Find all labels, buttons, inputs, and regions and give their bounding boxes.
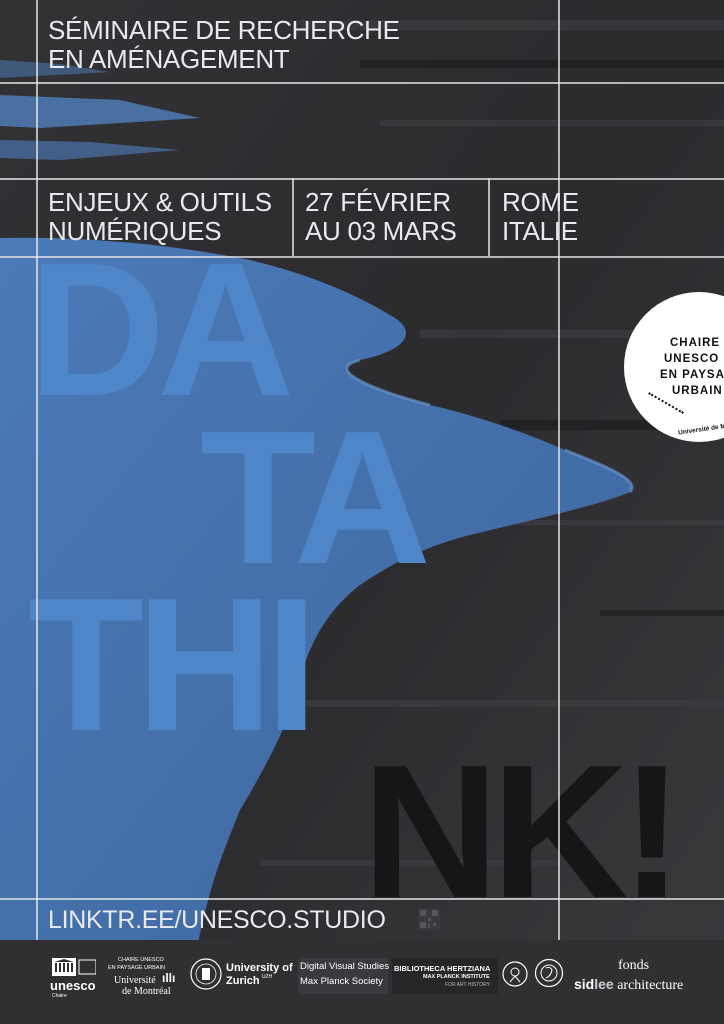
title-da: DA xyxy=(28,224,294,436)
grid-line-v4 xyxy=(488,178,490,256)
title-thi: THI xyxy=(28,559,318,771)
date-line-2: AU 03 MARS xyxy=(305,216,457,246)
max-planck-emblem-icon xyxy=(502,961,528,987)
qr-code-icon xyxy=(418,908,440,930)
stamp-line-2: UNESCO xyxy=(664,353,720,365)
title-ta: TA xyxy=(200,392,431,604)
dvs-line-2: Max Planck Society xyxy=(300,976,383,987)
header-line-2: EN AMÉNAGEMENT xyxy=(48,44,290,74)
stamp-line-4: URBAIN xyxy=(672,385,723,397)
chaire-line-2: EN PAYSAGE URBAIN xyxy=(108,965,165,971)
grid-line-v3 xyxy=(292,178,294,256)
stamp-line-3: EN PAYSAGE xyxy=(660,369,724,381)
unesco-logo: unesco xyxy=(50,978,96,993)
place-line-1: ROME xyxy=(502,187,579,217)
grid-line-h1 xyxy=(0,82,724,84)
place-line-2: ITALIE xyxy=(502,216,578,246)
unesco-chaire: Chaire xyxy=(52,993,67,999)
topic-line-2: NUMÉRIQUES xyxy=(48,216,222,246)
zurich-seal-icon xyxy=(190,958,222,990)
stamp-ring-bottom: Université de Mo xyxy=(677,422,724,437)
fonds-sid: sid xyxy=(574,976,595,992)
fonds-line-1: fonds xyxy=(618,958,650,973)
chaire-line-1: CHAIRE UNESCO xyxy=(118,957,164,963)
topic-line-1: ENJEUX & OUTILS xyxy=(48,187,272,217)
grid-line-h2 xyxy=(0,178,724,180)
link-text[interactable]: LINKTR.EE/UNESCO.STUDIO xyxy=(48,906,386,935)
zurich-line-1: University of xyxy=(226,962,293,974)
udem-line-1: Université xyxy=(114,975,156,986)
grid-line-h3 xyxy=(0,256,724,258)
unesco-temple-icon xyxy=(52,958,96,976)
grid-line-v1 xyxy=(36,0,38,1024)
grid-line-h4 xyxy=(0,898,724,900)
fonds-line-2: sidlee architecture xyxy=(574,976,683,994)
minerva-emblem-icon xyxy=(534,958,564,988)
udem-line-2: de Montréal xyxy=(122,986,171,997)
grid-line-v2 xyxy=(558,0,560,1024)
udem-emblem-icon: ıllı xyxy=(162,971,176,985)
zurich-line-2: Zurich xyxy=(226,975,260,987)
fonds-architecture: architecture xyxy=(617,978,684,993)
zurich-uzh: UZH xyxy=(262,974,273,980)
fonds-lee: lee xyxy=(594,976,614,992)
header-line-1: SÉMINAIRE DE RECHERCHE xyxy=(48,15,400,45)
poster: DA TA THI NK! SÉMINAIRE DE RECHERCHE EN … xyxy=(0,0,724,1024)
stamp-line-1: CHAIRE xyxy=(670,337,721,349)
hertziana-line-2: MAX PLANCK INSTITUTE xyxy=(423,974,490,980)
title-nk: NK! xyxy=(362,726,684,938)
hertziana-line-1: BIBLIOTHECA HERTZIANA xyxy=(394,964,491,973)
dvs-line-1: Digital Visual Studies xyxy=(300,961,390,972)
hertziana-line-3: FOR ART HISTORY xyxy=(445,982,490,988)
date-line-1: 27 FÉVRIER xyxy=(305,187,451,217)
